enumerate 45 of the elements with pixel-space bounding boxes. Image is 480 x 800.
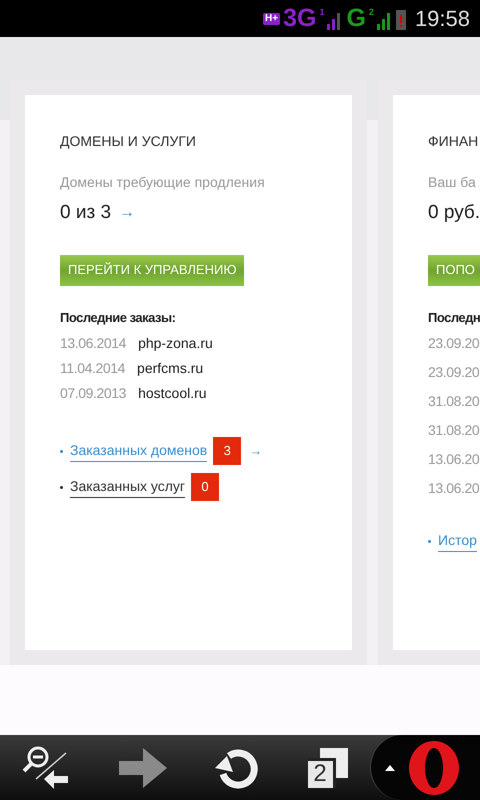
opera-logo-icon	[409, 740, 459, 794]
orders-link[interactable]: Заказанных доменов	[70, 440, 208, 462]
count-badge: 3	[213, 437, 242, 465]
right-arrow-icon	[118, 748, 166, 788]
card-subtitle: Домены требующие продления	[60, 173, 265, 192]
arrow-link[interactable]: →	[119, 201, 136, 226]
order-date: 23.09.20	[428, 334, 480, 353]
order-date: 13.06.20	[428, 450, 480, 469]
network-type: 3G	[283, 6, 316, 31]
order-domain[interactable]: php-zona.ru	[138, 333, 213, 354]
orders-heading: Последн	[428, 308, 480, 327]
sim-number: 2	[368, 6, 374, 19]
count-badge: 0	[191, 473, 220, 501]
bullet-icon	[60, 450, 63, 452]
network-type: G	[346, 6, 366, 31]
tab-count: 2	[308, 758, 336, 788]
bullet-icon	[60, 486, 63, 488]
order-date: 13.06.2014	[60, 334, 126, 353]
orders-heading: Последние заказы:	[60, 308, 176, 327]
tabs-button[interactable]: 2	[285, 735, 370, 800]
caret-up-icon	[385, 764, 395, 770]
order-date: 31.08.20	[428, 392, 480, 411]
action-button[interactable]: ПОПО	[428, 254, 480, 286]
arrow-link[interactable]: →	[249, 441, 262, 461]
clock: 19:58	[414, 5, 470, 33]
order-date: 07.09.2013	[60, 384, 126, 403]
card-value: 0 из 3	[60, 201, 112, 225]
opera-menu-button[interactable]	[370, 735, 480, 800]
order-domain[interactable]: hostcool.ru	[138, 383, 207, 404]
order-date: 11.04.2014	[60, 359, 126, 378]
bullet-icon	[428, 540, 431, 542]
order-date: 31.08.20	[428, 421, 480, 440]
order-date: 13.06.20	[428, 479, 480, 498]
order-domain[interactable]: perfcms.ru	[137, 358, 204, 379]
battery-icon	[396, 8, 406, 30]
orders-link[interactable]: Заказанных услуг	[70, 476, 186, 498]
network-badge: H+	[263, 12, 280, 24]
card-title: ФИНАН	[428, 132, 478, 151]
order-date: 23.09.20	[428, 363, 480, 382]
card-value: 0 руб.	[428, 201, 480, 225]
sim-number: 1	[319, 6, 324, 19]
orders-link[interactable]: Истор	[438, 530, 477, 552]
action-button[interactable]: ПЕРЕЙТИ К УПРАВЛЕНИЮ	[60, 254, 244, 286]
card-subtitle: Ваш ба	[428, 173, 476, 192]
card-title: ДОМЕНЫ И УСЛУГИ	[60, 132, 196, 151]
